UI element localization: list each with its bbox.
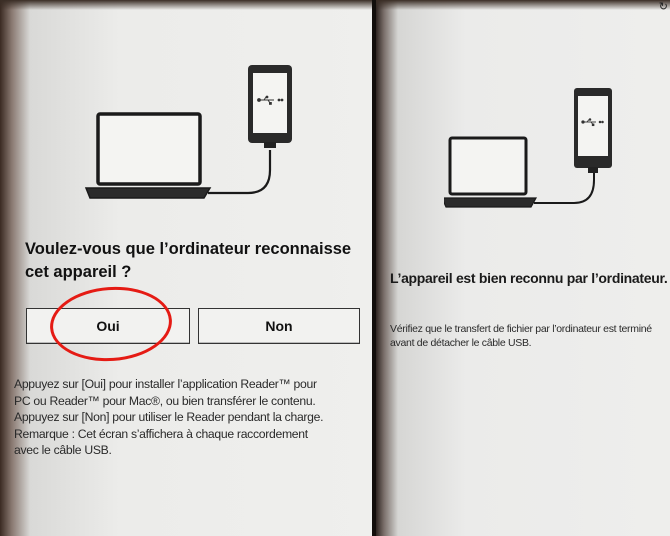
laptop-connect-illustration [84,65,292,199]
photo-edge-shadow [376,0,670,10]
recognized-message: L’appareil est bien reconnu par l’ordina… [390,270,668,286]
recognize-question: Voulez-vous que l’ordinateur reconnaisse… [25,238,365,284]
help-line: avec le câble USB. [14,443,112,457]
device-connector [588,167,598,173]
usb-cable [534,172,595,204]
usb-cable [208,150,272,195]
help-line: Appuyez sur [Oui] pour installer l’appli… [14,377,317,391]
laptop-base-shape [84,187,212,199]
laptop-base-shape [444,197,538,208]
laptop-connect-illustration [444,88,612,208]
help-line: Appuyez sur [Non] pour utiliser le Reade… [14,410,324,424]
sync-status-icon: ↻ [658,1,668,13]
laptop-screen-shape [96,112,202,186]
question-line-1: Voulez-vous que l’ordinateur reconnaisse [25,240,352,258]
laptop-screen-shape [448,136,528,196]
question-line-2: cet appareil ? [25,263,132,281]
no-button[interactable]: Non [198,308,360,344]
photo-edge-shadow [0,0,372,10]
help-text: Appuyez sur [Oui] pour installer l’appli… [14,376,368,459]
verify-transfer-text: Vérifiez que le transfert de fichier par… [390,323,652,349]
right-screen-photo: ↻ L’appareil est bien reconnu par l’ordi… [376,0,670,536]
red-annotation-circle [47,282,175,366]
device-connector [264,142,276,148]
help-line: Remarque : Cet écran s’affichera à chaqu… [14,426,308,441]
left-screen-photo: Voulez-vous que l’ordinateur reconnaisse… [0,0,372,536]
help-line: PC ou Reader™ pour Mac®, ou bien transfé… [14,393,316,408]
